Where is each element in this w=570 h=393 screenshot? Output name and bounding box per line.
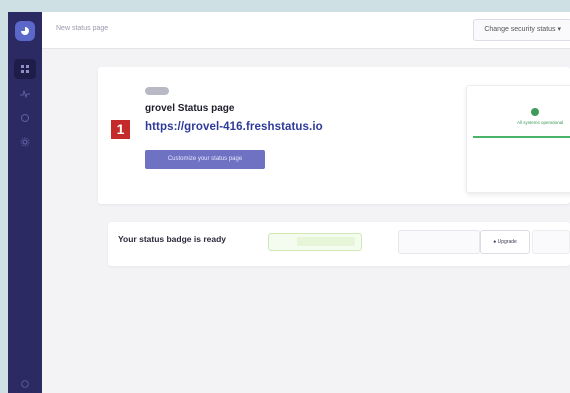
status-page-title: grovel Status page <box>145 103 235 114</box>
status-badge-preview <box>268 233 362 251</box>
sidebar <box>8 12 42 393</box>
status-page-card: grovel Status page https://grovel-416.fr… <box>98 67 570 204</box>
badge-ready-title: Your status badge is ready <box>118 234 227 244</box>
preview-status-text: All systems operational <box>517 120 564 125</box>
status-tag <box>145 87 169 95</box>
status-page-url[interactable]: https://grovel-416.freshstatus.io <box>145 121 323 133</box>
change-security-status-button[interactable]: Change security status ▾ <box>473 19 570 41</box>
annotation-number-badge: 1 <box>110 119 131 140</box>
top-header: New status page Change security status ▾ <box>42 12 570 49</box>
dashboard-icon[interactable] <box>14 59 36 79</box>
logo-icon[interactable] <box>15 21 35 41</box>
chevron-down-icon: ▾ <box>557 26 561 33</box>
uptime-bar <box>473 136 570 138</box>
upgrade-label: Upgrade <box>497 239 517 245</box>
monitor-icon[interactable] <box>19 88 31 100</box>
operational-status-icon <box>531 108 539 116</box>
upgrade-button[interactable]: ● Upgrade <box>480 230 530 254</box>
badge-right-label <box>297 237 355 246</box>
status-page-preview: All systems operational <box>466 85 570 193</box>
badge-extra-field <box>532 230 570 254</box>
incident-icon[interactable] <box>19 112 31 124</box>
app-window: New status page Change security status ▾… <box>8 12 570 393</box>
status-badge-card: Your status badge is ready ● Upgrade <box>108 222 570 266</box>
page-title: New status page <box>56 25 109 32</box>
customize-status-page-button[interactable]: Customize your status page <box>145 150 265 169</box>
settings-icon[interactable] <box>19 136 31 148</box>
help-icon[interactable] <box>19 378 31 390</box>
security-status-label: Change security status <box>484 26 556 33</box>
badge-embed-field[interactable] <box>398 230 480 254</box>
